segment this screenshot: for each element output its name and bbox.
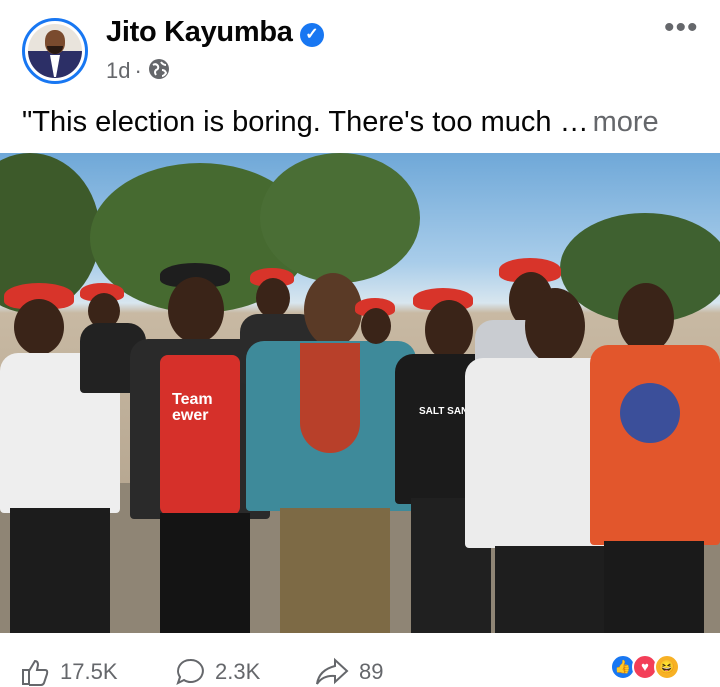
verified-badge-icon: ✓	[300, 23, 324, 47]
comment-button[interactable]: 2.3K	[175, 657, 260, 687]
share-button[interactable]: 89	[315, 657, 383, 687]
haha-reaction-icon: 😆	[654, 654, 680, 680]
post-header: Jito Kayumba ✓ 1d · •••	[0, 0, 720, 100]
shirt-text-power: ewer	[172, 407, 209, 424]
thumbs-up-icon	[22, 659, 49, 686]
post-photo[interactable]: Team ewer SALT SANA	[0, 153, 720, 633]
share-icon	[316, 657, 349, 685]
post-meta: 1d ·	[106, 58, 170, 86]
post-text-ellipsis: …	[559, 106, 589, 138]
like-count: 17.5K	[60, 659, 118, 684]
post-text: "This election is boring. There's too mu…	[22, 106, 659, 139]
post-time[interactable]: 1d	[106, 58, 130, 83]
post-options-button[interactable]: •••	[664, 13, 699, 43]
share-count: 89	[359, 659, 384, 684]
author-name[interactable]: Jito Kayumba	[106, 16, 293, 49]
comment-icon	[176, 658, 204, 685]
comment-count: 2.3K	[215, 659, 261, 684]
meta-separator: ·	[134, 58, 142, 83]
post-text-body: "This election is boring. There's too mu…	[22, 106, 552, 138]
avatar-photo	[28, 24, 82, 78]
author-avatar[interactable]	[22, 18, 88, 84]
globe-icon	[148, 58, 170, 86]
like-button[interactable]: 17.5K	[20, 657, 118, 687]
see-more-link[interactable]: more	[593, 106, 659, 138]
